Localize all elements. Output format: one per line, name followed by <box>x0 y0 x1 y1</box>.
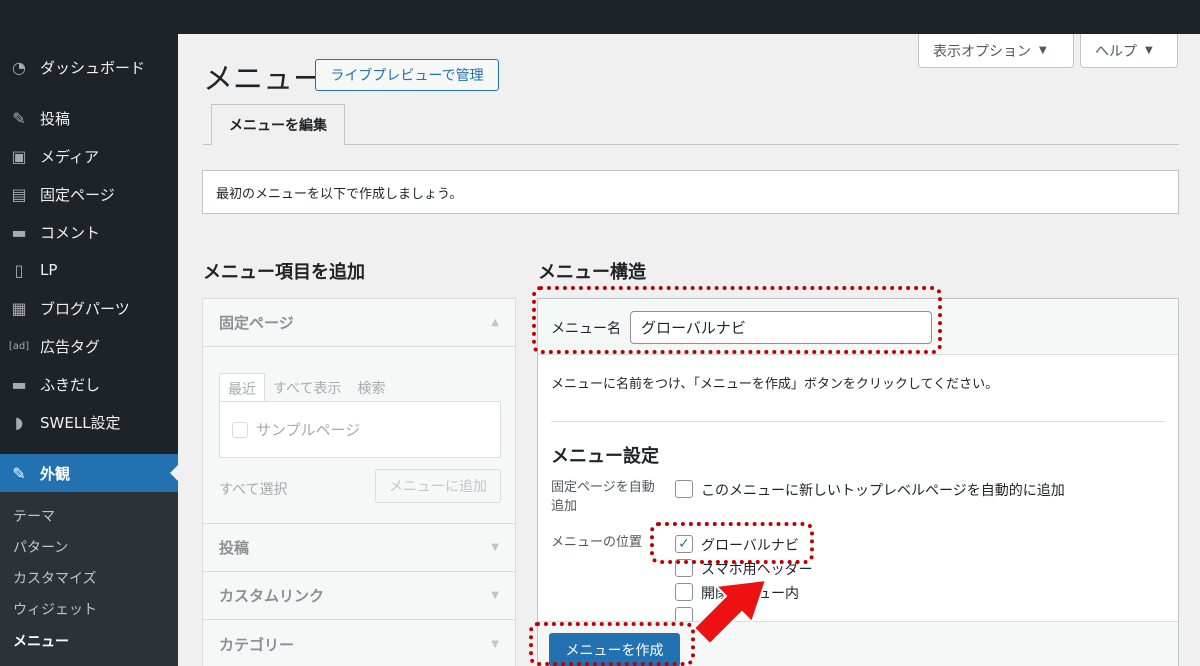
add-to-menu-button[interactable]: メニューに追加 <box>375 469 501 503</box>
location-global-nav-checkbox[interactable]: ✓ <box>675 535 693 553</box>
notice-text: 最初のメニューを以下で作成しましょう。 <box>216 186 463 202</box>
submenu-item-menus[interactable]: メニュー <box>13 631 69 651</box>
chevron-down-icon: ▼ <box>491 542 499 553</box>
sidebar-item-appearance[interactable]: ✎ 外観 <box>0 454 178 492</box>
swell-icon: ◗ <box>14 412 24 432</box>
admin-top-bar <box>0 0 1200 34</box>
accordion-posts[interactable]: 投稿 ▼ <box>203 523 515 572</box>
notice-box: 最初のメニューを以下で作成しましょう。 <box>202 170 1179 214</box>
sidebar-item-label: 投稿 <box>40 109 71 128</box>
select-all-link[interactable]: すべて選択 <box>219 479 287 499</box>
sidebar-item-label: メディア <box>40 147 99 166</box>
sidebar-item-blog-parts[interactable]: ▦ ブログパーツ <box>0 289 178 327</box>
menu-name-label: メニュー名 <box>551 321 621 337</box>
sidebar-item-dashboard[interactable]: ◔ ダッシュボード <box>0 48 178 86</box>
sidebar-item-swell-settings[interactable]: ◗ SWELL設定 <box>0 403 178 441</box>
menu-name-header: メニュー名 <box>538 299 1178 355</box>
comment-icon: ▬ <box>11 222 27 242</box>
appearance-submenu: テーマ パターン カスタマイズ ウィジェット メニュー <box>0 492 178 666</box>
submenu-item-widgets[interactable]: ウィジェット <box>13 599 97 619</box>
mini-tab-recent[interactable]: 最近 <box>219 373 265 404</box>
sidebar-item-label: 外観 <box>40 464 71 483</box>
blog-parts-icon: ▦ <box>11 298 27 318</box>
sample-page-checkbox[interactable] <box>232 421 248 438</box>
accordion-categories-label: カテゴリー <box>219 635 295 654</box>
auto-add-label: 固定ページを自動 追加 <box>551 478 655 516</box>
menu-location-label: メニューの位置 <box>551 535 643 550</box>
sidebar-item-media[interactable]: ▣ メディア <box>0 137 178 175</box>
auto-add-pages-checkbox[interactable] <box>675 480 693 498</box>
menu-instructions: メニューに名前をつけ、「メニューを作成」ボタンをクリックしてください。 <box>551 377 999 392</box>
sidebar-item-label: ブログパーツ <box>40 299 130 318</box>
mini-tab-search[interactable]: 検索 <box>349 373 393 404</box>
accordion-pages-label: 固定ページ <box>219 314 294 332</box>
live-preview-button[interactable]: ライブプレビューで管理 <box>315 59 499 91</box>
page-title: メニュー <box>203 62 323 97</box>
chevron-down-icon: ▼ <box>491 590 499 601</box>
sidebar-item-pages[interactable]: ▤ 固定ページ <box>0 175 178 213</box>
location-global-nav-label: グローバルナビ <box>701 538 799 554</box>
pages-mini-tabs: 最近 すべて表示 検索 <box>219 373 393 404</box>
accordion-custom-links-label: カスタムリンク <box>219 587 325 605</box>
screen-options-label: 表示オプション <box>933 43 1031 60</box>
caret-down-icon: ▼ <box>1145 45 1153 56</box>
help-button[interactable]: ヘルプ ▼ <box>1080 34 1178 68</box>
chevron-up-icon: ▲ <box>491 317 499 328</box>
sidebar-item-label: SWELL設定 <box>40 413 121 432</box>
add-menu-items-title: メニュー項目を追加 <box>203 262 365 283</box>
sidebar-item-label: LP <box>40 261 58 279</box>
mini-tab-view-all[interactable]: すべて表示 <box>265 373 349 404</box>
red-arrow-icon <box>692 578 768 646</box>
add-menu-items-panel: 固定ページ ▲ 最近 すべて表示 検索 サンプルページ すべて選択 メニューに追… <box>202 298 516 666</box>
submenu-item-patterns[interactable]: パターン <box>13 537 68 557</box>
accordion-custom-links[interactable]: カスタムリンク ▼ <box>203 572 515 620</box>
sidebar-item-label: コメント <box>40 223 101 242</box>
sidebar-item-label: 広告タグ <box>40 337 101 356</box>
document-icon: ▯ <box>14 260 24 280</box>
auto-add-label-line1: 固定ページを自動 <box>551 480 655 495</box>
auto-add-option-label: このメニューに新しいトップレベルページを自動的に追加 <box>701 483 1065 499</box>
menu-settings-title: メニュー設定 <box>551 446 659 467</box>
speech-bubble-icon: ▬ <box>11 374 27 394</box>
sidebar-item-label: ダッシュボード <box>40 58 146 77</box>
submenu-item-customize[interactable]: カスタマイズ <box>13 568 97 588</box>
active-indicator <box>170 465 178 481</box>
menu-structure-panel: メニュー名 メニューに名前をつけ、「メニューを作成」ボタンをクリックしてください… <box>537 298 1179 666</box>
submenu-item-themes[interactable]: テーマ <box>13 506 55 526</box>
sidebar-item-label: 固定ページ <box>40 185 115 204</box>
divider <box>551 421 1165 422</box>
sidebar-item-label: ふきだし <box>40 375 101 394</box>
pin-icon: ✎ <box>12 108 26 128</box>
pages-list-panel: サンプルページ <box>219 401 501 458</box>
ad-icon: [ad] <box>8 340 30 352</box>
sidebar-item-lp[interactable]: ▯ LP <box>0 251 178 289</box>
accordion-categories[interactable]: カテゴリー ▼ <box>203 620 515 666</box>
screen-options-button[interactable]: 表示オプション ▼ <box>918 34 1074 68</box>
accordion-pages[interactable]: 固定ページ ▲ <box>203 299 515 347</box>
auto-add-label-line2: 追加 <box>551 499 578 514</box>
caret-down-icon: ▼ <box>1039 45 1047 56</box>
accordion-posts-label: 投稿 <box>219 539 250 557</box>
sidebar-item-ad-tags[interactable]: [ad] 広告タグ <box>0 327 178 365</box>
appearance-icon: ✎ <box>12 463 26 483</box>
menu-structure-title: メニュー構造 <box>538 262 646 283</box>
chevron-down-icon: ▼ <box>491 638 499 650</box>
menu-name-input[interactable] <box>630 311 932 344</box>
sidebar-item-speech-bubbles[interactable]: ▬ ふきだし <box>0 365 178 403</box>
sample-page-label: サンプルページ <box>256 421 361 439</box>
dashboard-icon: ◔ <box>12 57 26 77</box>
help-label: ヘルプ <box>1095 43 1137 60</box>
sidebar-item-comments[interactable]: ▬ コメント <box>0 213 178 251</box>
media-icon: ▣ <box>11 146 27 166</box>
create-menu-button[interactable]: メニューを作成 <box>549 633 680 666</box>
tab-divider <box>203 144 1179 145</box>
sidebar-item-posts[interactable]: ✎ 投稿 <box>0 99 178 137</box>
page-icon: ▤ <box>11 184 27 204</box>
tab-edit-menus[interactable]: メニューを編集 <box>211 104 345 145</box>
